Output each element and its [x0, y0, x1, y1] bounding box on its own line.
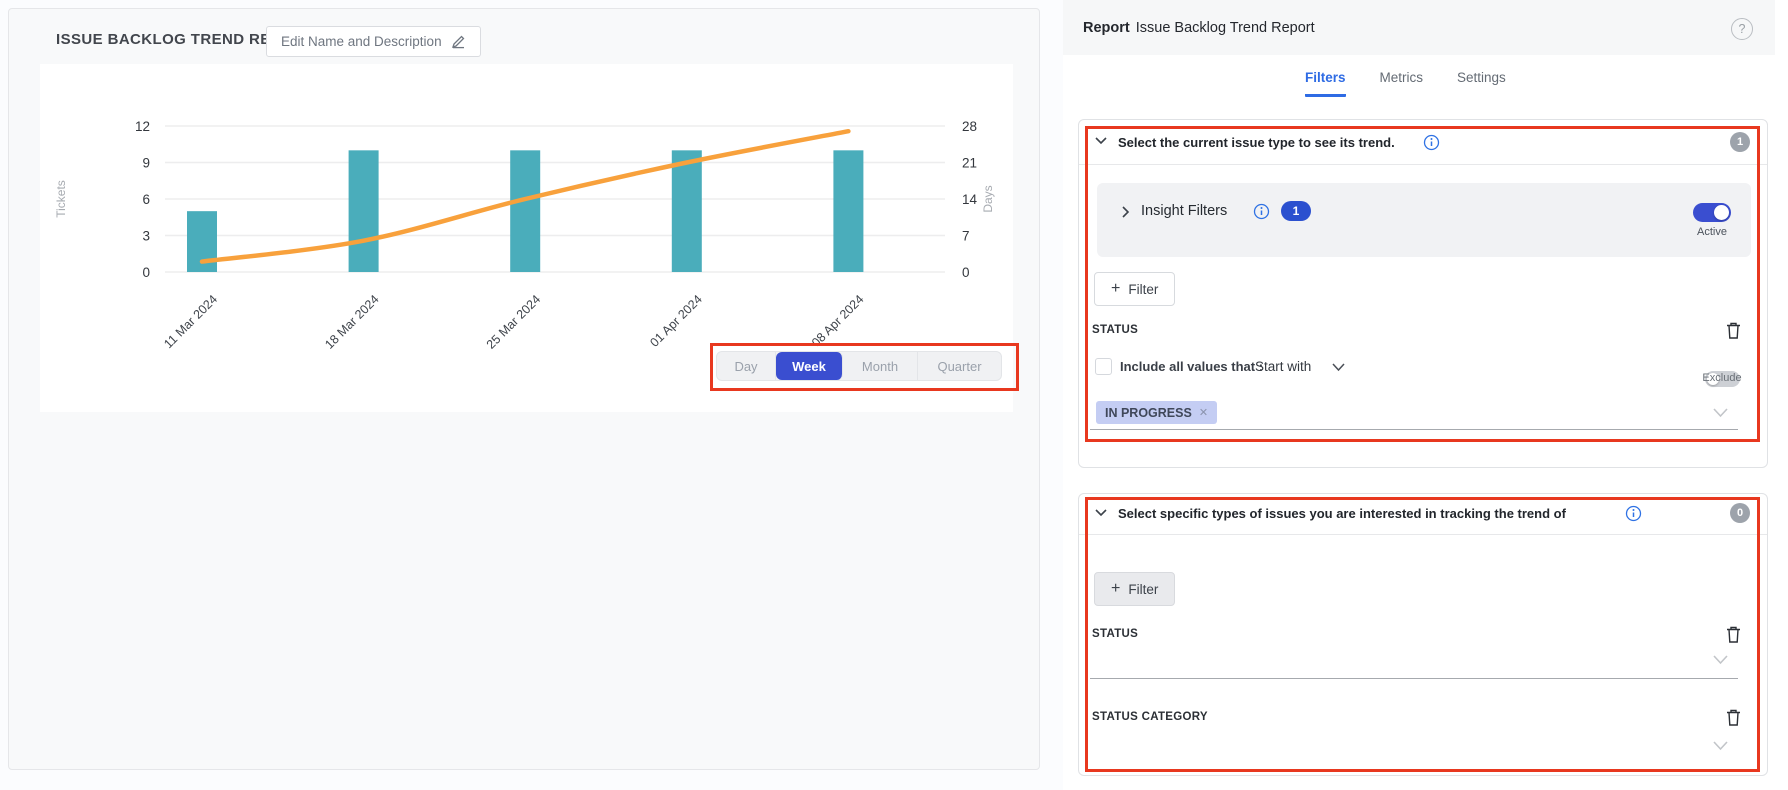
add-filter-button[interactable]: + Filter	[1094, 572, 1175, 606]
remove-chip-icon[interactable]: ✕	[1199, 406, 1208, 419]
field-label-status: STATUS	[1092, 628, 1138, 640]
field-label-status-category: STATUS CATEGORY	[1092, 711, 1208, 723]
chevron-down-icon[interactable]	[1712, 654, 1729, 665]
insight-filters-count-badge: 1	[1281, 201, 1311, 221]
svg-text:25 Mar 2024: 25 Mar 2024	[484, 292, 544, 352]
panel-tabs: Filters Metrics Settings	[1305, 70, 1506, 97]
plus-icon: +	[1111, 580, 1120, 598]
operator-select-value[interactable]: Start with	[1255, 359, 1311, 374]
chevron-down-icon[interactable]	[1712, 740, 1729, 751]
field-label-status: STATUS	[1092, 324, 1138, 336]
period-option-day[interactable]: Day	[717, 352, 776, 380]
tab-filters[interactable]: Filters	[1305, 70, 1346, 97]
pencil-icon	[451, 34, 466, 49]
svg-text:12: 12	[135, 119, 150, 134]
svg-text:18 Mar 2024: 18 Mar 2024	[322, 292, 382, 352]
svg-text:14: 14	[962, 192, 978, 207]
chevron-down-icon[interactable]	[1331, 362, 1346, 372]
period-option-week[interactable]: Week	[776, 352, 843, 380]
divider	[1079, 534, 1767, 535]
filter-button-label: Filter	[1128, 282, 1158, 297]
help-icon[interactable]: ?	[1731, 18, 1753, 40]
svg-text:08 Apr 2024: 08 Apr 2024	[809, 292, 867, 350]
section2-count-badge: 0	[1730, 503, 1750, 523]
delete-filter-icon[interactable]	[1725, 321, 1742, 340]
status-select-underline[interactable]	[1090, 429, 1738, 430]
svg-text:0: 0	[962, 265, 970, 280]
info-icon[interactable]	[1253, 203, 1270, 220]
divider	[1079, 164, 1767, 165]
svg-text:28: 28	[962, 119, 977, 134]
tab-metrics[interactable]: Metrics	[1380, 70, 1424, 97]
chevron-right-icon[interactable]	[1121, 205, 1130, 219]
svg-text:6: 6	[142, 192, 150, 207]
active-toggle[interactable]	[1693, 203, 1731, 222]
panel-header-title: Issue Backlog Trend Report	[1136, 20, 1315, 36]
delete-filter-icon[interactable]	[1725, 708, 1742, 727]
edit-name-description-button[interactable]: Edit Name and Description	[266, 26, 481, 57]
period-option-quarter[interactable]: Quarter	[918, 352, 1001, 380]
exclude-toggle-label: Exclude	[1697, 372, 1747, 384]
svg-text:Days: Days	[981, 185, 995, 212]
chevron-down-icon[interactable]	[1094, 508, 1108, 517]
section1-count-badge: 1	[1730, 132, 1750, 152]
add-filter-button[interactable]: + Filter	[1094, 272, 1175, 306]
svg-text:3: 3	[142, 229, 150, 244]
insight-filters-panel	[1097, 183, 1751, 257]
filter-button-label: Filter	[1128, 582, 1158, 597]
info-icon[interactable]	[1625, 505, 1642, 522]
delete-filter-icon[interactable]	[1725, 625, 1742, 644]
chip-label: IN PROGRESS	[1105, 406, 1192, 420]
chevron-down-icon[interactable]	[1094, 136, 1108, 145]
tab-settings[interactable]: Settings	[1457, 70, 1506, 97]
plus-icon: +	[1111, 280, 1120, 298]
svg-text:21: 21	[962, 156, 977, 171]
info-icon[interactable]	[1423, 134, 1440, 151]
insight-filters-label: Insight Filters	[1141, 203, 1227, 219]
panel-header-label: Report	[1083, 20, 1130, 36]
svg-text:01 Apr 2024: 01 Apr 2024	[647, 292, 705, 350]
svg-text:11 Mar 2024: 11 Mar 2024	[161, 292, 220, 351]
status-select-underline[interactable]	[1090, 678, 1738, 679]
period-toggle-group: Day Week Month Quarter	[716, 351, 1002, 381]
svg-text:9: 9	[142, 156, 150, 171]
section1-title: Select the current issue type to see its…	[1118, 135, 1395, 150]
include-all-values-label: Include all values that :	[1120, 359, 1263, 374]
section2-title: Select specific types of issues you are …	[1118, 506, 1566, 521]
svg-text:0: 0	[142, 265, 150, 280]
section-specific-issue-types	[1078, 493, 1768, 776]
toggle-knob	[1714, 205, 1729, 220]
panel-header: Report Issue Backlog Trend Report	[1063, 0, 1775, 55]
active-toggle-label: Active	[1693, 226, 1731, 238]
svg-text:7: 7	[962, 229, 970, 244]
svg-text:Tickets: Tickets	[54, 180, 68, 218]
edit-button-label: Edit Name and Description	[281, 34, 442, 49]
chevron-down-icon[interactable]	[1712, 407, 1729, 418]
period-option-month[interactable]: Month	[843, 352, 918, 380]
selected-value-chip[interactable]: IN PROGRESS ✕	[1096, 401, 1217, 424]
include-all-values-checkbox[interactable]	[1095, 358, 1112, 375]
